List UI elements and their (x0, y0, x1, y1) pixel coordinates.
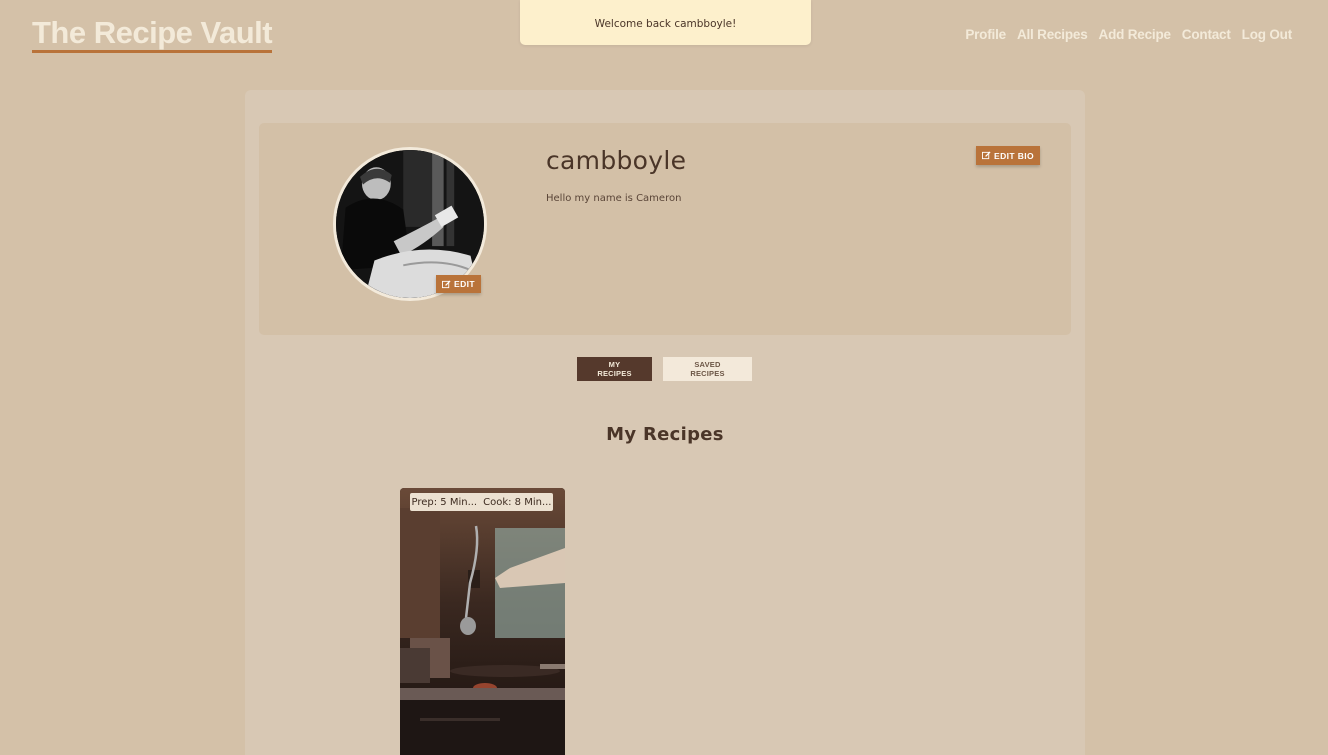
recipe-prep-time: Prep: 5 Min... (411, 496, 478, 508)
edit-avatar-button[interactable]: EDIT (436, 275, 481, 293)
welcome-toast: Welcome back cambboyle! (520, 0, 811, 45)
toast-message: Welcome back cambboyle! (594, 17, 737, 30)
recipe-tabs: MY RECIPES SAVED RECIPES (577, 357, 752, 381)
nav-all-recipes[interactable]: All Recipes (1017, 27, 1088, 42)
edit-avatar-label: EDIT (454, 279, 475, 289)
edit-bio-button[interactable]: EDIT BIO (976, 146, 1041, 165)
recipe-photo (400, 488, 565, 755)
recipe-times-badge: Prep: 5 Min... Cook: 8 Min... (410, 493, 553, 511)
nav-contact[interactable]: Contact (1182, 27, 1231, 42)
section-title: My Recipes (606, 424, 724, 445)
profile-username: cambboyle (546, 146, 687, 175)
edit-icon (442, 279, 451, 289)
brand-logo-link[interactable]: The Recipe Vault (32, 16, 273, 53)
edit-icon (982, 151, 991, 160)
profile-card: EDIT cambboyle Hello my name is Cameron … (259, 123, 1071, 335)
main-nav: Profile All Recipes Add Recipe Contact L… (965, 27, 1292, 42)
profile-panel: EDIT cambboyle Hello my name is Cameron … (245, 90, 1085, 755)
recipe-card[interactable]: Prep: 5 Min... Cook: 8 Min... (400, 488, 565, 755)
tab-my-recipes[interactable]: MY RECIPES (577, 357, 652, 381)
nav-log-out[interactable]: Log Out (1242, 27, 1293, 42)
tab-saved-recipes[interactable]: SAVED RECIPES (663, 357, 752, 381)
nav-add-recipe[interactable]: Add Recipe (1099, 27, 1171, 42)
profile-bio: Hello my name is Cameron (546, 193, 682, 204)
recipe-cook-time: Cook: 8 Min... (483, 496, 552, 508)
edit-bio-label: EDIT BIO (994, 150, 1035, 161)
nav-profile[interactable]: Profile (965, 27, 1006, 42)
